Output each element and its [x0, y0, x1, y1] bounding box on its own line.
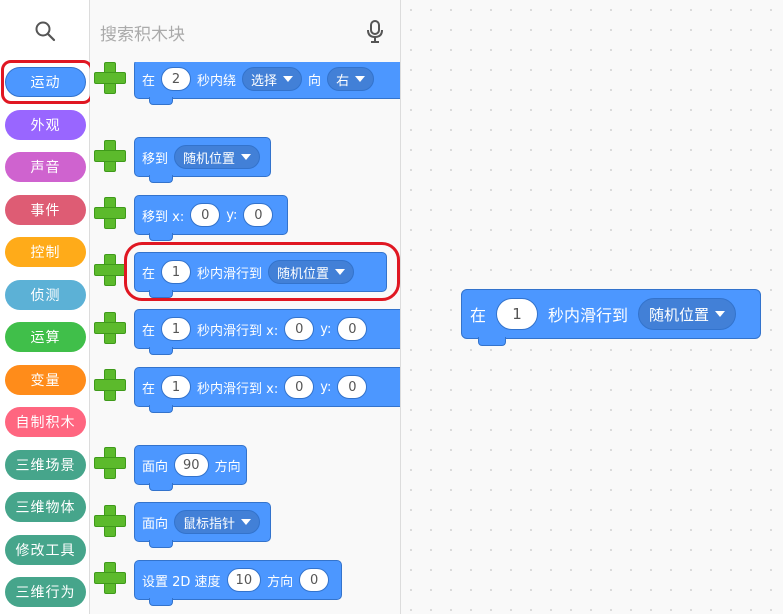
workspace-block-glide-to[interactable]: 在 1 秒内滑行到 随机位置	[461, 289, 761, 346]
block-text: 在	[470, 306, 487, 325]
search-input[interactable]: 搜索积木块	[100, 20, 185, 45]
direction-input[interactable]: 90	[174, 453, 209, 477]
y-input[interactable]: 0	[337, 317, 368, 341]
target-dropdown[interactable]: 选择	[242, 67, 303, 91]
block-text: 移到	[142, 151, 169, 167]
dropdown-value: 鼠标指针	[183, 516, 236, 532]
target-dropdown[interactable]: 随机位置	[638, 298, 737, 330]
category-events[interactable]: 事件	[5, 195, 86, 225]
block-set-2d-speed[interactable]: 设置 2D 速度 10 方向 0	[134, 560, 342, 606]
add-block-icon[interactable]	[94, 369, 126, 401]
x-input[interactable]: 0	[284, 375, 315, 399]
block-text: 方向	[267, 574, 294, 590]
block-text: 向	[308, 73, 322, 89]
category-operators[interactable]: 运算	[5, 322, 86, 352]
block-goto[interactable]: 移到 随机位置	[134, 137, 271, 183]
dropdown-value: 随机位置	[649, 305, 710, 324]
dropdown-value: 随机位置	[183, 151, 236, 167]
y-input[interactable]: 0	[337, 375, 368, 399]
search-icon	[35, 21, 56, 42]
block-goto-xy[interactable]: 移到 x: 0 y: 0	[134, 195, 288, 241]
block-text: 秒内绕	[197, 73, 237, 89]
category-variables[interactable]: 变量	[5, 365, 86, 395]
caret-down-icon	[241, 519, 252, 525]
block-text: 方向	[214, 459, 241, 475]
add-block-icon[interactable]	[94, 197, 126, 229]
add-block-icon[interactable]	[94, 62, 126, 94]
add-block-icon[interactable]	[94, 140, 126, 172]
block-text: 秒内滑行到 x:	[197, 381, 279, 397]
seconds-input[interactable]: 2	[161, 67, 192, 91]
category-menu: 运动 外观 声音 事件 控制 侦测 运算 变量 自制积木 三维场景 三维物体 修…	[0, 0, 93, 614]
add-block-icon[interactable]	[94, 254, 126, 286]
seconds-input[interactable]: 1	[161, 317, 192, 341]
block-highlight-box	[124, 242, 400, 301]
block-text: 设置 2D 速度	[142, 574, 221, 590]
block-text: y:	[226, 207, 238, 223]
microphone-icon[interactable]	[366, 20, 384, 44]
block-point-direction[interactable]: 面向 90 方向	[134, 445, 247, 491]
category-control[interactable]: 控制	[5, 237, 86, 267]
category-3d-behavior[interactable]: 三维行为	[5, 577, 86, 607]
palette-search-bar[interactable]: 搜索积木块	[90, 0, 400, 62]
target-dropdown[interactable]: 鼠标指针	[174, 510, 261, 534]
seconds-input[interactable]: 1	[496, 298, 539, 330]
x-input[interactable]: 0	[284, 317, 315, 341]
category-modify-tools[interactable]: 修改工具	[5, 535, 86, 565]
category-sound[interactable]: 声音	[5, 152, 86, 182]
dropdown-value: 右	[336, 73, 350, 89]
block-glide-xy[interactable]: 在 1 秒内滑行到 x: 0 y: 0	[134, 309, 400, 355]
add-block-icon[interactable]	[94, 562, 126, 594]
add-block-icon[interactable]	[94, 312, 126, 344]
block-text: 在	[142, 323, 156, 339]
block-text: 在	[142, 381, 156, 397]
seconds-input[interactable]: 1	[161, 375, 192, 399]
block-text: 面向	[142, 516, 169, 532]
category-my-blocks[interactable]: 自制积木	[5, 407, 86, 437]
category-looks[interactable]: 外观	[5, 110, 86, 140]
block-glide-xy[interactable]: 在 1 秒内滑行到 x: 0 y: 0	[134, 367, 400, 413]
block-text: 面向	[142, 459, 169, 475]
block-point-towards[interactable]: 面向 鼠标指针	[134, 502, 271, 548]
category-3d-object[interactable]: 三维物体	[5, 492, 86, 522]
category-3d-scene[interactable]: 三维场景	[5, 450, 86, 480]
category-sensing[interactable]: 侦测	[5, 280, 86, 310]
x-input[interactable]: 0	[190, 203, 221, 227]
block-text: 在	[142, 73, 156, 89]
add-block-icon[interactable]	[94, 505, 126, 537]
block-text: 秒内滑行到	[548, 306, 629, 325]
block-text: y:	[320, 321, 332, 337]
direction-dropdown[interactable]: 右	[327, 67, 375, 91]
direction-input[interactable]: 0	[299, 568, 330, 592]
caret-down-icon	[355, 76, 366, 82]
caret-down-icon	[283, 76, 294, 82]
block-text: 秒内滑行到 x:	[197, 323, 279, 339]
target-dropdown[interactable]: 随机位置	[174, 145, 261, 169]
y-input[interactable]: 0	[243, 203, 274, 227]
code-workspace[interactable]: 在 1 秒内滑行到 随机位置	[401, 0, 783, 614]
dropdown-value: 选择	[251, 73, 278, 89]
block-turn-around[interactable]: 在 2 秒内绕 选择 向 右	[134, 59, 400, 105]
category-highlight-box	[1, 60, 93, 104]
block-text: 移到 x:	[142, 209, 185, 225]
block-palette: 搜索积木块 在 2 秒内绕 选择 向 右 移到 随机位置 移到 x: 0 y: …	[90, 0, 401, 614]
search-button[interactable]	[0, 0, 90, 62]
speed-input[interactable]: 10	[226, 568, 262, 592]
block-text: y:	[320, 379, 332, 395]
caret-down-icon	[715, 311, 726, 317]
add-block-icon[interactable]	[94, 447, 126, 479]
caret-down-icon	[241, 154, 252, 160]
